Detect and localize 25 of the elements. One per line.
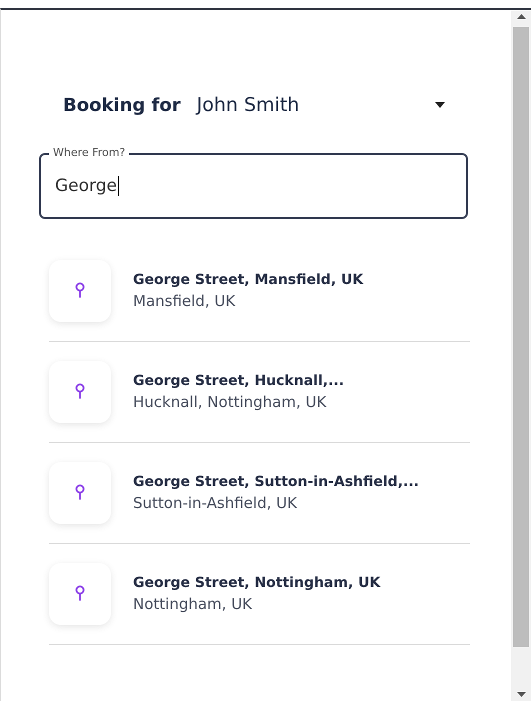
suggestion-title: George Street, Mansfield, UK — [133, 272, 364, 288]
field-label: Where From? — [49, 146, 130, 159]
caret-icon — [435, 102, 445, 108]
scrollbar[interactable] — [511, 10, 531, 701]
pin-icon — [49, 260, 111, 322]
suggestion-item[interactable]: George Street, Mansfield, UK Mansfield, UK — [49, 241, 470, 342]
suggestion-title: George Street, Nottingham, UK — [133, 575, 380, 591]
booking-label: Booking for — [63, 94, 181, 116]
pin-icon — [49, 462, 111, 524]
suggestion-subtitle: Sutton-in-Ashfield, UK — [133, 494, 298, 512]
suggestion-subtitle: Mansfield, UK — [133, 292, 236, 310]
suggestion-subtitle: Hucknall, Nottingham, UK — [133, 393, 328, 411]
pin-icon — [49, 563, 111, 625]
scrollbar-thumb[interactable] — [513, 27, 529, 647]
pin-icon — [49, 361, 111, 423]
field-value: George — [55, 176, 117, 196]
suggestion-title: George Street, Hucknall,... — [133, 373, 344, 389]
suggestion-title: George Street, Sutton-in-Ashfield,... — [133, 474, 419, 490]
suggestion-item[interactable]: George Street, Hucknall,... Hucknall, Nottingham, UK — [49, 342, 470, 443]
scroll-up-icon[interactable] — [516, 14, 526, 19]
suggestion-subtitle: Nottingham, UK — [133, 595, 254, 613]
person-dropdown[interactable]: John Smith — [196, 94, 445, 116]
suggestion-item[interactable]: George Street, Nottingham, UK Nottingham, UK — [49, 544, 470, 645]
scroll-down-icon[interactable] — [516, 692, 526, 697]
suggestion-item[interactable]: George Street, Sutton-in-Ashfield,... Sutton-in-Ashfield, UK — [49, 443, 470, 544]
